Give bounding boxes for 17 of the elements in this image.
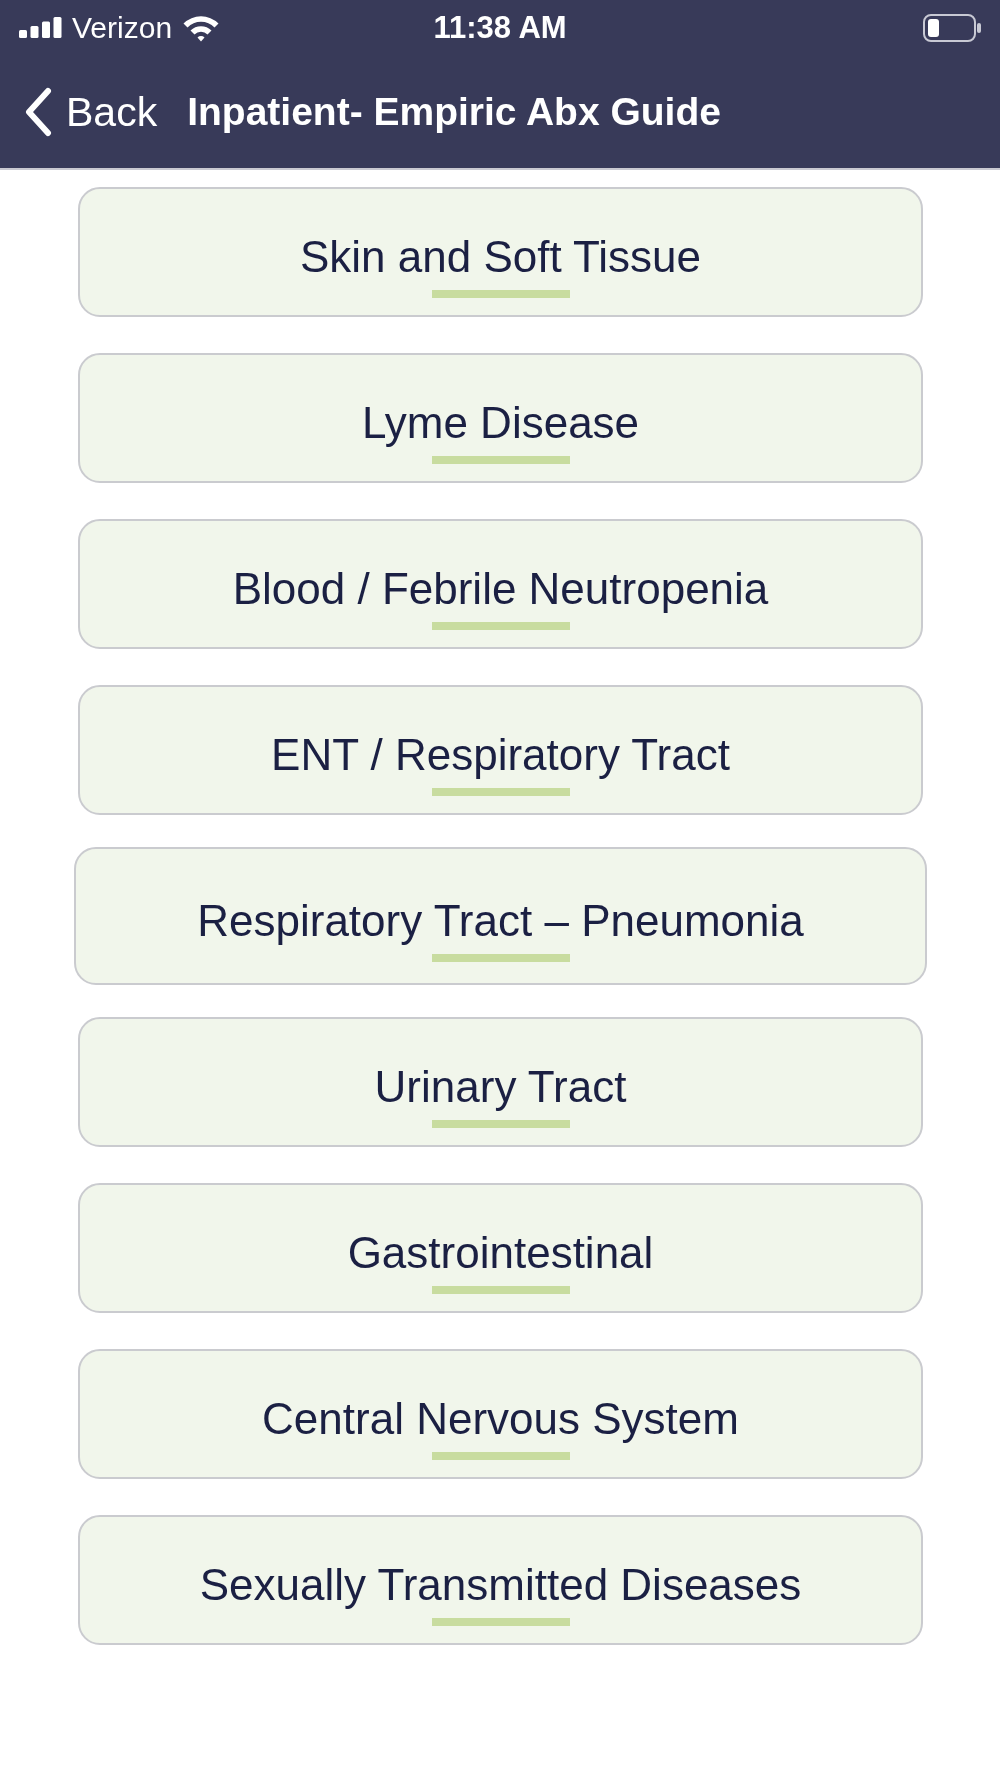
battery-icon (923, 13, 981, 42)
category-button[interactable]: Lyme Disease (78, 353, 923, 483)
signal-icon (19, 17, 62, 38)
chevron-left-icon (24, 86, 52, 137)
category-button[interactable]: Gastrointestinal (78, 1183, 923, 1313)
category-button[interactable]: Skin and Soft Tissue (78, 187, 923, 317)
category-button[interactable]: Central Nervous System (78, 1349, 923, 1479)
back-button[interactable]: Back (24, 86, 158, 137)
page-title: Inpatient- Empiric Abx Guide (187, 88, 721, 135)
category-button[interactable]: Sexually Transmitted Diseases (78, 1515, 923, 1645)
category-button[interactable]: Blood / Febrile Neutropenia (78, 519, 923, 649)
category-button[interactable]: ENT / Respiratory Tract (78, 685, 923, 815)
status-time: 11:38 AM (433, 10, 567, 45)
wifi-icon (182, 13, 221, 42)
carrier-name: Verizon (72, 10, 173, 45)
category-button[interactable]: Respiratory Tract – Pneumonia (74, 847, 927, 985)
category-button[interactable]: Urinary Tract (78, 1017, 923, 1147)
